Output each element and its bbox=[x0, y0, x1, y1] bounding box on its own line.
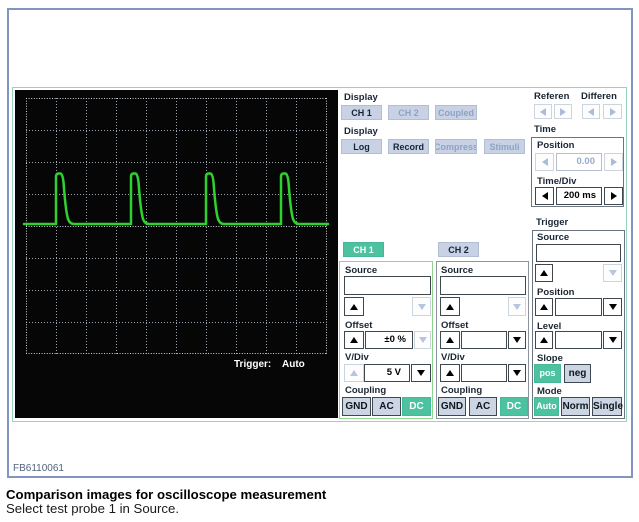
svg-text:Auto: Auto bbox=[282, 359, 305, 370]
svg-text:Trigger:: Trigger: bbox=[234, 359, 271, 370]
